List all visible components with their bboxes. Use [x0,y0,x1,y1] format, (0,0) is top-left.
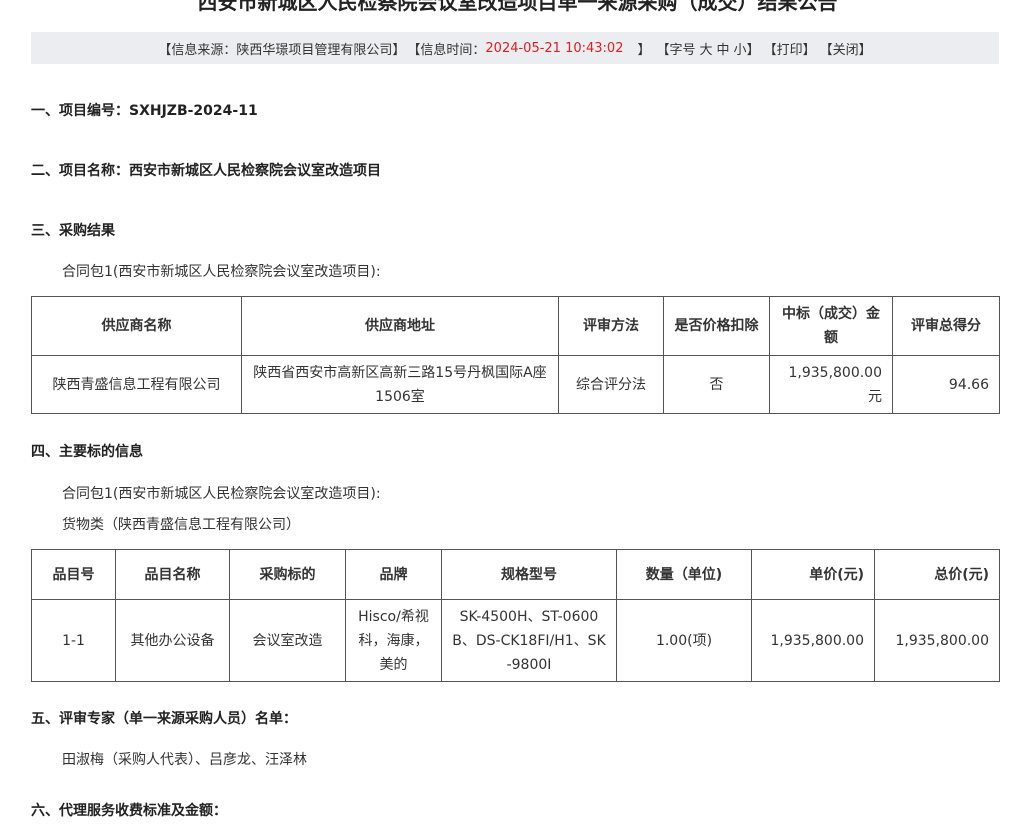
close-link[interactable]: 【关闭】 [820,39,872,58]
result-table: 供应商名称 供应商地址 评审方法 是否价格扣除 中标（成交）金额 评审总得分 陕… [31,296,1000,414]
subject-table-header-row: 品目号 品目名称 采购标的 品牌 规格型号 数量（单位) 单价(元) 总价(元) [31,549,1000,600]
col-price-deduction: 是否价格扣除 [663,296,770,356]
cell-total-price: 1,935,800.00 [874,599,1000,682]
section-agency-fee: 六、代理服务收费标准及金额： [31,803,227,819]
col-bid-amount: 中标（成交）金额 [769,296,893,356]
col-procurement-subject: 采购标的 [229,549,346,600]
cell-total-score: 94.66 [892,355,1000,414]
info-time-prefix: 【信息时间： [407,42,486,58]
cell-unit-price: 1,935,800.00 [751,599,875,682]
cell-supplier-name: 陕西青盛信息工程有限公司 [31,355,242,414]
table-row: 陕西青盛信息工程有限公司 陕西省西安市高新区高新三路15号丹枫国际A座1506室… [31,355,1000,414]
page-title: 西安市新城区人民检察院会议室改造项目单一来源采购（成交）结果公告 [197,0,838,14]
cell-brand: Hisco/希视科，海康，美的 [345,599,442,682]
col-supplier-name: 供应商名称 [31,296,242,356]
section-project-number: 一、项目编号：SXHJZB-2024-11 [31,103,258,119]
experts-list: 田淑梅（采购人代表）、吕彦龙、汪泽林 [62,752,307,768]
info-bar: 【信息来源：陕西华璟项目管理有限公司】 【信息时间： 2024-05-21 10… [31,32,999,64]
cell-supplier-address: 陕西省西安市高新区高新三路15号丹枫国际A座1506室 [241,355,559,414]
cell-quantity: 1.00(项) [616,599,752,682]
font-small-link[interactable]: 小 [734,39,747,58]
col-brand: 品牌 [345,549,442,600]
subject-category-label: 货物类（陕西青盛信息工程有限公司） [62,517,300,533]
cell-evaluation-method: 综合评分法 [558,355,664,414]
table-row: 1-1 其他办公设备 会议室改造 Hisco/希视科，海康，美的 SK-4500… [31,599,1000,682]
col-evaluation-method: 评审方法 [558,296,664,356]
result-package-label: 合同包1(西安市新城区人民检察院会议室改造项目): [62,264,381,280]
subject-package-label: 合同包1(西安市新城区人民检察院会议室改造项目): [62,486,381,502]
cell-item-number: 1-1 [31,599,116,682]
section-subject-info: 四、主要标的信息 [31,444,143,460]
col-item-number: 品目号 [31,549,116,600]
font-size-prefix: 【字号 [656,42,696,58]
col-quantity: 数量（单位) [616,549,752,600]
col-total-score: 评审总得分 [892,296,1000,356]
section-procurement-result: 三、采购结果 [31,223,115,239]
col-item-name: 品目名称 [115,549,230,600]
font-large-link[interactable]: 大 [700,39,713,58]
cell-procurement-subject: 会议室改造 [229,599,346,682]
section-project-name: 二、项目名称：西安市新城区人民检察院会议室改造项目 [31,163,381,179]
cell-item-name: 其他办公设备 [115,599,230,682]
print-link[interactable]: 【打印】 [764,39,816,58]
font-medium-link[interactable]: 中 [717,39,730,58]
font-size-suffix: 】 [746,42,760,58]
col-total-price: 总价(元) [874,549,1000,600]
subject-table: 品目号 品目名称 采购标的 品牌 规格型号 数量（单位) 单价(元) 总价(元)… [31,549,1000,682]
info-time: 2024-05-21 10:43:02 [485,40,624,56]
info-source: 【信息来源：陕西华璟项目管理有限公司】 [158,42,406,58]
cell-price-deduction: 否 [663,355,770,414]
section-experts: 五、评审专家（单一来源采购人员）名单： [31,711,297,727]
cell-spec-model: SK-4500H、ST-0600B、DS-CK18FI/H1、SK-9800I [441,599,617,682]
col-spec-model: 规格型号 [441,549,617,600]
info-time-suffix: 】 [637,42,651,58]
result-table-header-row: 供应商名称 供应商地址 评审方法 是否价格扣除 中标（成交）金额 评审总得分 [31,296,1000,356]
cell-bid-amount: 1,935,800.00元 [769,355,893,414]
col-unit-price: 单价(元) [751,549,875,600]
col-supplier-address: 供应商地址 [241,296,559,356]
